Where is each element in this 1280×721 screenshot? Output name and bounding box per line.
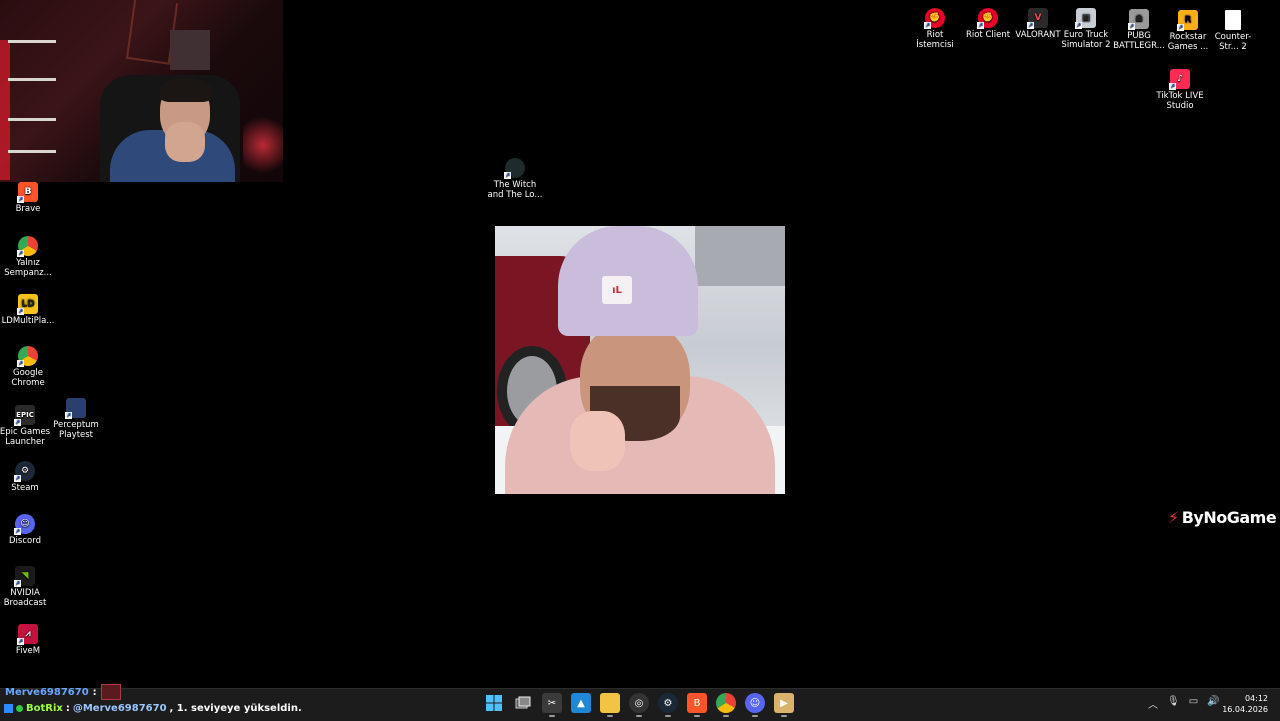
task-view-icon[interactable]	[513, 693, 533, 713]
perceptum-icon: ↗	[65, 398, 86, 419]
desktop-icon-fivem[interactable]: ⩘ ↗ FiveM	[0, 624, 56, 656]
online-badge-icon	[16, 705, 23, 712]
witch-game-icon: ↗	[504, 158, 525, 179]
epic-games-icon: EPIC ↗	[14, 405, 35, 426]
microphone-icon[interactable]: 🎙	[1167, 696, 1180, 711]
desktop-icon-tiktok-live-studio[interactable]: ♪ ↗ TikTok LIVE Studio	[1152, 69, 1208, 111]
taskbar-icons: ✂ ▲ ◎ ⚙ B ☺ ▶	[484, 693, 794, 717]
desktop-icon-ldmultiplayer[interactable]: LD ↗ LDMultiPla...	[0, 294, 56, 326]
valorant-icon: V ↗	[1027, 8, 1048, 29]
chat-emote	[100, 684, 121, 700]
desktop-icon-brave[interactable]: B ↗ Brave	[0, 182, 56, 214]
chrome-icon[interactable]	[716, 693, 736, 717]
chat-line-2: BotRix : @Merve6987670 , 1. seviyeye yük…	[4, 703, 302, 714]
bynogame-logo: ⚡ ByNoGame	[1168, 508, 1277, 527]
file-icon	[1225, 10, 1241, 30]
chat-line-1: Merve6987670 :	[5, 684, 121, 700]
riot-icon: ✊ ↗	[924, 8, 945, 29]
chrome-icon: ↗	[17, 236, 38, 257]
desktop-icon-steam[interactable]: ⚙ ↗ Steam	[0, 461, 53, 493]
desktop-icon-google-chrome[interactable]: ↗ Google Chrome	[0, 346, 56, 388]
discord-icon[interactable]: ☺	[745, 693, 765, 717]
bot-badge-icon	[4, 704, 13, 713]
volume-icon[interactable]: 🔊	[1207, 696, 1219, 711]
desktop-icon-discord[interactable]: ☺ ↗ Discord	[0, 514, 53, 546]
pubg-icon: ☗ ↗	[1128, 9, 1149, 30]
brave-icon: B ↗	[17, 182, 38, 203]
desktop-icon-pubg[interactable]: ☗ ↗ PUBG BATTLEGR...	[1111, 9, 1167, 51]
system-tray: ︿ 🎙 ▭ 🔊	[1148, 696, 1220, 711]
desktop-icon-riot-client[interactable]: ✊ ↗ Riot Client	[960, 8, 1016, 40]
desktop-icon-counter-strike-2[interactable]: Counter-Str... 2	[1205, 10, 1261, 52]
desktop-icon-the-witch[interactable]: ↗ The Witch and The Lo...	[487, 158, 543, 200]
discord-icon: ☺ ↗	[14, 514, 35, 535]
chevron-up-icon[interactable]: ︿	[1148, 696, 1158, 711]
chat-mention: @Merve6987670	[72, 703, 167, 714]
webcam-overlay	[0, 0, 283, 182]
tiktok-icon: ♪ ↗	[1169, 69, 1190, 90]
chat-username: Merve6987670	[5, 686, 89, 698]
brave-icon[interactable]: B	[687, 693, 707, 717]
desktop-icon-yalniz-sempanze[interactable]: ↗ Yalnız Sempanz...	[0, 236, 56, 278]
desktop-icon-epic-games[interactable]: EPIC ↗ Epic Games Launcher	[0, 405, 53, 447]
steam-icon[interactable]: ⚙	[658, 693, 678, 717]
nvidia-icon: ◥ ↗	[14, 566, 35, 587]
ets2-icon: ▣ ↗	[1075, 8, 1096, 29]
steam-icon: ⚙ ↗	[14, 461, 35, 482]
bynogame-mark-icon: ⚡	[1168, 508, 1179, 527]
obs-icon[interactable]: ◎	[629, 693, 649, 717]
clock-date: 16.04.2026	[1222, 705, 1268, 714]
photos-icon[interactable]: ▲	[571, 693, 591, 713]
rockstar-icon: R ↗	[1177, 10, 1198, 31]
windows-start-icon[interactable]	[484, 693, 504, 713]
desktop-icon-riot-istemcisi[interactable]: ✊ ↗ Riot İstemcisi	[907, 8, 963, 50]
ldplayer-icon: LD ↗	[17, 294, 38, 315]
desktop-icon-euro-truck-simulator-2[interactable]: ▣ ↗ Euro Truck Simulator 2	[1058, 8, 1114, 50]
chrome-icon: ↗	[17, 346, 38, 367]
chat-bot-name: BotRix	[26, 703, 63, 714]
desktop-icon-perceptum-playtest[interactable]: ↗ Perceptum Playtest	[48, 398, 104, 440]
riot-icon: ✊ ↗	[977, 8, 998, 29]
snipping-icon[interactable]: ✂	[542, 693, 562, 717]
clock-time: 04:12	[1244, 694, 1268, 703]
fivem-icon: ⩘ ↗	[17, 624, 38, 645]
desktop-icon-nvidia-broadcast[interactable]: ◥ ↗ NVIDIA Broadcast	[0, 566, 53, 608]
taskbar-clock[interactable]: 04:12 16.04.2026	[1222, 693, 1268, 715]
media-player-icon[interactable]: ▶	[774, 693, 794, 717]
network-icon[interactable]: ▭	[1189, 696, 1198, 711]
center-photo: ıL	[495, 226, 785, 494]
file-explorer-icon[interactable]	[600, 693, 620, 717]
chat-message: , 1. seviyeye yükseldin.	[169, 703, 302, 714]
